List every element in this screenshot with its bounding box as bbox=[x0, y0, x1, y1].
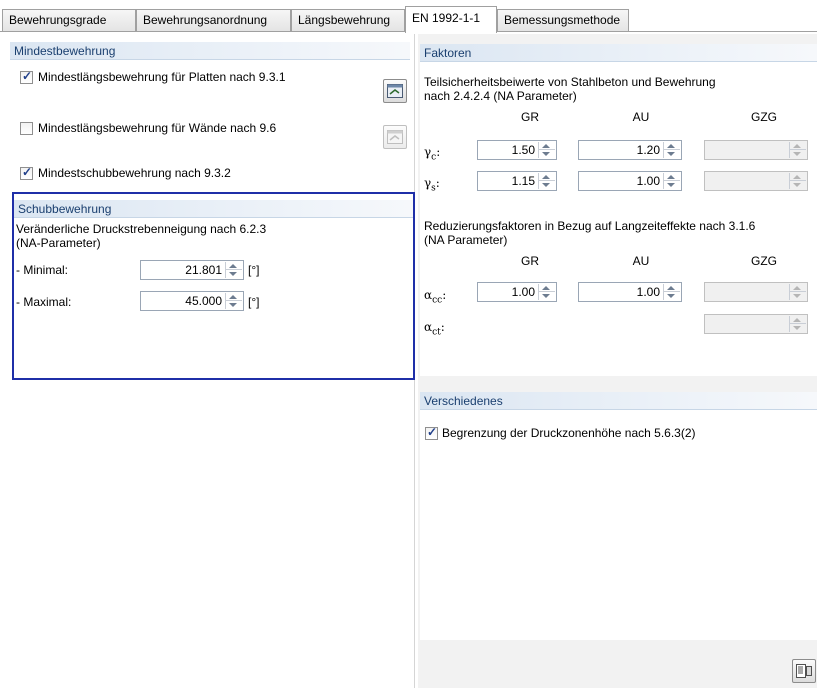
label-minimal: - Minimal: bbox=[16, 263, 69, 277]
checkbox-druckzonenhoehe[interactable]: ✓ bbox=[425, 425, 438, 440]
spin-arrows-icon[interactable] bbox=[225, 262, 242, 278]
col-header-gzg-2: GZG bbox=[751, 254, 777, 268]
checkbox-mindestlaengs-waende[interactable] bbox=[20, 122, 33, 135]
gamma-c-symbol: γc: bbox=[424, 145, 441, 163]
spin-arrows-icon[interactable] bbox=[789, 173, 806, 189]
alpha-cc-gzg-spinbox[interactable] bbox=[704, 282, 808, 302]
spin-arrows-icon[interactable] bbox=[789, 142, 806, 158]
gamma-c-au-spinbox[interactable]: 1.20 bbox=[578, 140, 682, 160]
alpha-ct-symbol: αct: bbox=[424, 320, 445, 338]
col-header-gr-2: GR bbox=[521, 254, 539, 268]
minimal-spinbox[interactable]: 21.801 bbox=[140, 260, 244, 280]
spin-arrows-icon[interactable] bbox=[538, 284, 555, 300]
label-mindestlaengs-platten: Mindestlängsbewehrung für Platten nach 9… bbox=[38, 70, 286, 84]
gamma-s-gr-value: 1.15 bbox=[511, 174, 535, 188]
gamma-s-symbol: γs: bbox=[424, 176, 440, 194]
faktoren-group: Faktoren Teilsicherheitsbeiwerte von Sta… bbox=[420, 44, 817, 376]
edit-details-icon bbox=[387, 130, 403, 144]
gamma-s-gr-spinbox[interactable]: 1.15 bbox=[477, 171, 557, 191]
details-button-platten[interactable] bbox=[383, 79, 407, 103]
faktoren-header: Faktoren bbox=[420, 44, 817, 62]
spin-arrows-icon[interactable] bbox=[663, 142, 680, 158]
col-header-gr: GR bbox=[521, 110, 539, 124]
maximal-value: 45.000 bbox=[185, 294, 222, 308]
gamma-c-gr-spinbox[interactable]: 1.50 bbox=[477, 140, 557, 160]
alpha-cc-au-value: 1.00 bbox=[636, 285, 660, 299]
label-druckzonenhoehe: Begrenzung der Druckzonenhöhe nach 5.6.3… bbox=[442, 426, 696, 440]
gamma-s-gzg-spinbox[interactable] bbox=[704, 171, 808, 191]
tab-laengsbewehrung[interactable]: Längsbewehrung bbox=[291, 9, 405, 31]
minimal-value: 21.801 bbox=[185, 263, 222, 277]
alpha-ct-gzg-spinbox[interactable] bbox=[704, 314, 808, 334]
label-mindestschub: Mindestschubbewehrung nach 9.3.2 bbox=[38, 166, 231, 180]
edit-details-icon bbox=[387, 84, 403, 98]
gamma-c-gr-value: 1.50 bbox=[511, 143, 535, 157]
info-button[interactable] bbox=[792, 659, 816, 683]
faktoren-desc1-line1: Teilsicherheitsbeiwerte von Stahlbeton u… bbox=[424, 75, 716, 89]
schubbewehrung-group: Schubbewehrung Veränderliche Druckstrebe… bbox=[12, 192, 415, 380]
spin-arrows-icon[interactable] bbox=[789, 284, 806, 300]
schub-description-line1: Veränderliche Druckstrebenneigung nach 6… bbox=[16, 222, 267, 236]
alpha-cc-gr-value: 1.00 bbox=[511, 285, 535, 299]
col-header-au: AU bbox=[632, 110, 650, 124]
details-button-waende[interactable] bbox=[383, 125, 407, 149]
alpha-cc-gr-spinbox[interactable]: 1.00 bbox=[477, 282, 557, 302]
spin-arrows-icon[interactable] bbox=[225, 293, 242, 309]
label-mindestlaengs-waende: Mindestlängsbewehrung für Wände nach 9.6 bbox=[38, 121, 277, 135]
tab-bemessungsmethode[interactable]: Bemessungsmethode bbox=[497, 9, 629, 31]
spin-arrows-icon[interactable] bbox=[789, 316, 806, 332]
gamma-s-au-value: 1.00 bbox=[636, 174, 660, 188]
label-maximal: - Maximal: bbox=[16, 295, 72, 309]
mindestbewehrung-header: Mindestbewehrung bbox=[10, 42, 410, 60]
col-header-au-2: AU bbox=[632, 254, 650, 268]
maximal-spinbox[interactable]: 45.000 bbox=[140, 291, 244, 311]
faktoren-desc2-line2: (NA Parameter) bbox=[424, 233, 508, 247]
spin-arrows-icon[interactable] bbox=[538, 142, 555, 158]
spin-arrows-icon[interactable] bbox=[663, 284, 680, 300]
tab-bewehrungsanordnung[interactable]: Bewehrungsanordnung bbox=[136, 9, 291, 31]
gamma-c-au-value: 1.20 bbox=[636, 143, 660, 157]
verschiedenes-header: Verschiedenes bbox=[420, 392, 817, 410]
mindestbewehrung-group: Mindestbewehrung ✓ Mindestlängsbewehrung… bbox=[10, 42, 410, 197]
verschiedenes-group: Verschiedenes ✓ Begrenzung der Druckzone… bbox=[420, 392, 817, 640]
checkbox-mindestschub[interactable]: ✓ bbox=[20, 165, 33, 180]
tab-bar: Bewehrungsgrade Bewehrungsanordnung Läng… bbox=[0, 0, 817, 33]
schubbewehrung-header: Schubbewehrung bbox=[14, 200, 413, 218]
faktoren-desc2-line1: Reduzierungsfaktoren in Bezug auf Langze… bbox=[424, 219, 756, 233]
spin-arrows-icon[interactable] bbox=[663, 173, 680, 189]
info-panel-icon bbox=[796, 664, 812, 678]
faktoren-desc1-line2: nach 2.4.2.4 (NA Parameter) bbox=[424, 89, 577, 103]
gamma-c-gzg-spinbox[interactable] bbox=[704, 140, 808, 160]
col-header-gzg: GZG bbox=[751, 110, 777, 124]
gamma-s-au-spinbox[interactable]: 1.00 bbox=[578, 171, 682, 191]
spin-arrows-icon[interactable] bbox=[538, 173, 555, 189]
schub-description-line2: (NA-Parameter) bbox=[16, 236, 101, 250]
alpha-cc-au-spinbox[interactable]: 1.00 bbox=[578, 282, 682, 302]
checkbox-mindestlaengs-platten[interactable]: ✓ bbox=[20, 69, 33, 84]
unit-minimal: [°] bbox=[248, 263, 260, 277]
alpha-cc-symbol: αcc: bbox=[424, 288, 447, 306]
unit-maximal: [°] bbox=[248, 295, 260, 309]
tab-en-1992-1-1[interactable]: EN 1992-1-1 bbox=[405, 6, 497, 33]
tab-bewehrungsgrade[interactable]: Bewehrungsgrade bbox=[2, 9, 136, 31]
